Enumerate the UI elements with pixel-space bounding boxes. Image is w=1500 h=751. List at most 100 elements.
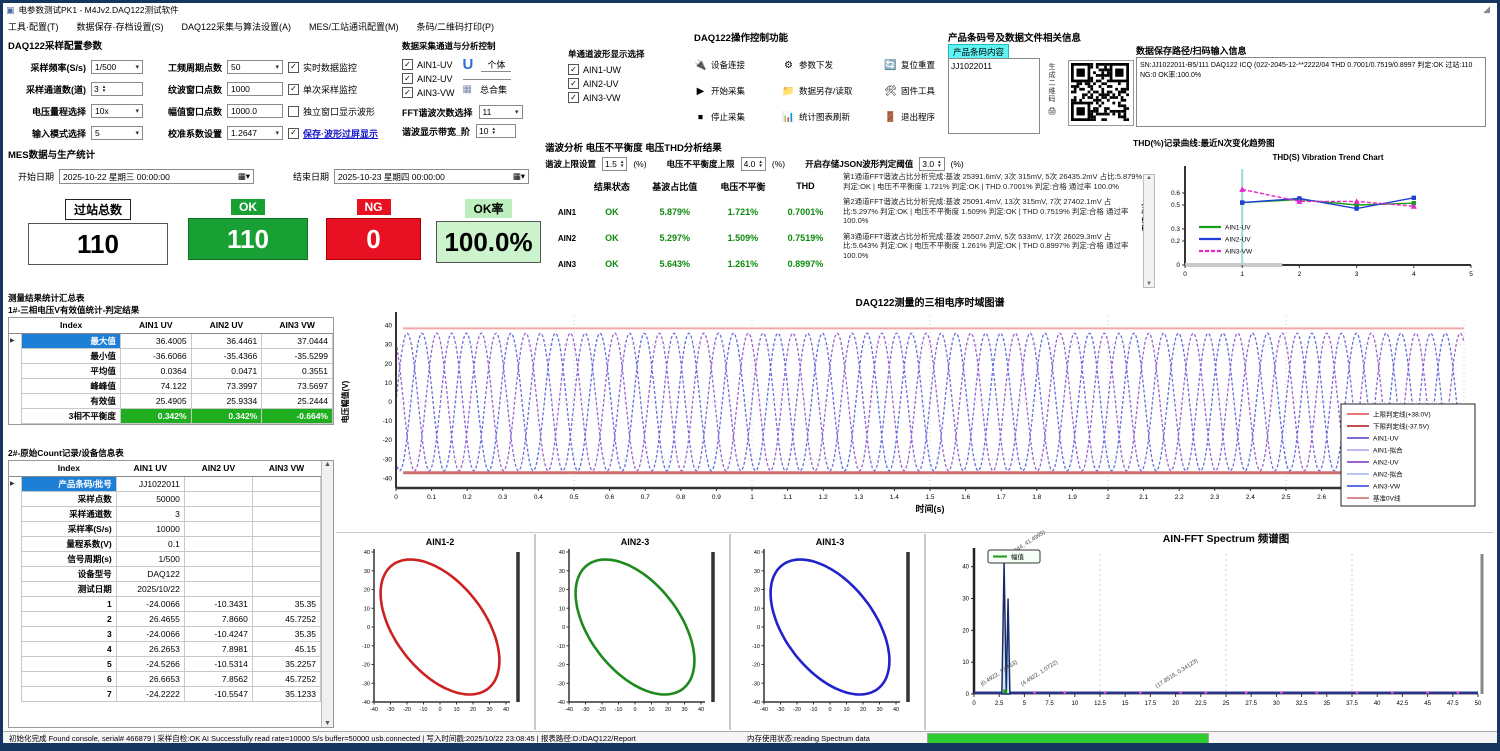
table-row[interactable]: 5-24.5266-10.531435.2257 (9, 656, 321, 671)
acq-mode: U个体 ▦总合集 (463, 56, 512, 98)
table-row[interactable]: 7-24.2222-10.554735.1233 (9, 686, 321, 701)
qr-module (1121, 96, 1124, 99)
cfg-checkbox[interactable]: ✓单次采样监控 (288, 83, 357, 96)
single-channel-0[interactable]: ✓AIN1-UW (568, 64, 690, 75)
table-row[interactable]: 1-24.0066-10.343135.35 (9, 596, 321, 611)
lissajous-chart-ain1-2[interactable]: AIN1-2-40-40-30-30-20-20-10-100010102020… (344, 534, 530, 730)
table-row[interactable]: 有效值25.490525.933425.2444 (9, 393, 333, 408)
cfg-checkbox[interactable]: 独立窗口显示波形 (288, 105, 375, 118)
control-button-4[interactable]: 📁数据另存/读取 (782, 85, 884, 97)
lissajous-svg-2[interactable]: AIN1-3-40-40-30-30-20-20-10-100010102020… (734, 534, 920, 730)
table-row[interactable]: ▶产品条码/批号JJ1022011 (9, 476, 321, 491)
fft-legend: 幅值 (988, 550, 1040, 563)
qr-module (1123, 91, 1126, 94)
table-row[interactable]: 信号周期(s)1/500 (9, 551, 321, 566)
fft-spectrum-chart[interactable]: AIN-FFT Spectrum 频谱图01020304002.557.5101… (930, 528, 1494, 730)
menu-item-2[interactable]: DAQ122采集与算法设置(A) (182, 20, 292, 33)
calendar-icon[interactable]: ▦▾ (238, 171, 250, 182)
lissajous-svg-1[interactable]: AIN2-3-40-40-30-30-20-20-10-100010102020… (539, 534, 725, 730)
cell: 0.3551 (262, 363, 333, 378)
unbalance-limit-spinner[interactable]: 4.0▲▼ (741, 157, 766, 171)
thd-trend-chart[interactable]: THD(S) Vibration Trend Chart00.20.30.50.… (1133, 149, 1491, 289)
table-row[interactable]: 采样通道数3 (9, 506, 321, 521)
single-channel-1[interactable]: ✓AIN2-UV (568, 78, 690, 89)
table-row[interactable]: 226.46557.866045.7252 (9, 611, 321, 626)
store-threshold-spinner[interactable]: 3.0▲▼ (919, 157, 944, 171)
qr-module (1088, 96, 1091, 99)
table-row[interactable]: 最小值-36.6066-35.4366-35.5299 (9, 348, 333, 363)
cfg-control[interactable]: 1/500▾ (91, 60, 143, 74)
x-tick-label: 40 (1374, 701, 1381, 707)
timedomain-chart[interactable]: DAQ122测量的三相电序时域图谱-40-30-20-1001020304000… (336, 292, 1494, 532)
cfg-control2[interactable]: 1000.0 (227, 104, 283, 118)
end-date-field[interactable]: 2025-10-23 星期四 00:00:00 ▦▾ (334, 169, 529, 184)
table-row[interactable]: 测试日期2025/10/22 (9, 581, 321, 596)
mode-total[interactable]: ▦总合集 (463, 79, 512, 96)
table-row[interactable]: 量程系数(V)0.1 (9, 536, 321, 551)
cfg-control[interactable]: 10x▾ (91, 104, 143, 118)
lissajous-chart-ain1-3[interactable]: AIN1-3-40-40-30-30-20-20-10-100010102020… (734, 534, 920, 730)
cfg-control2[interactable]: 1.2647▾ (227, 126, 283, 140)
lissajous-ellipse (381, 560, 500, 695)
table-row[interactable]: ▶最大值36.400536.446137.0444 (9, 333, 333, 348)
control-button-6[interactable]: ⏹停止采集 (694, 111, 782, 123)
table-row[interactable]: 3相不平衡度0.342%0.342%-0.664% (9, 408, 333, 423)
stats1-table[interactable]: IndexAIN1 UVAIN2 UVAIN3 VW▶最大值36.400536.… (9, 318, 333, 424)
y-tick-label: 20 (962, 628, 969, 634)
menu-item-0[interactable]: 工具·配置(T) (8, 20, 59, 33)
scan-input[interactable]: SN:JJ1022011-B5/111 DAQ122 ICQ (022-2045… (1136, 57, 1486, 127)
cfg-checkbox[interactable]: ✓保存·波形过屏显示 (288, 127, 378, 140)
qr-module (1110, 85, 1113, 88)
stats2-table[interactable]: IndexAIN1 UVAIN2 UVAIN3 VW▶产品条码/批号JJ1022… (9, 461, 321, 702)
harmonic-limit-spinner[interactable]: 1.5▲▼ (602, 157, 627, 171)
control-button-7[interactable]: 📊统计图表刷新 (782, 111, 884, 123)
control-button-3[interactable]: ▶开始采集 (694, 85, 782, 97)
mode-individual[interactable]: U个体 (463, 56, 512, 73)
acq-channel-1[interactable]: ✓AIN2-UV (402, 73, 455, 84)
table-row[interactable]: 平均值0.03640.04710.3551 (9, 363, 333, 378)
dn: ▼ (102, 89, 106, 94)
control-button-5[interactable]: 🛠固件工具 (884, 85, 946, 97)
acq-channel-0[interactable]: ✓AIN1-UV (402, 59, 455, 70)
cfg-control[interactable]: 5▾ (91, 126, 143, 140)
single-channel-2[interactable]: ✓AIN3-VW (568, 92, 690, 103)
timedomain-svg[interactable]: DAQ122测量的三相电序时域图谱-40-30-20-1001020304000… (336, 292, 1494, 532)
table-row[interactable]: 3-24.0066-10.424735.35 (9, 626, 321, 641)
thd-order-spinner[interactable]: 10▲▼ (476, 124, 516, 138)
analysis-scrollbar[interactable]: ▲▼ (1143, 174, 1155, 288)
table-row[interactable]: 626.66537.856245.7252 (9, 671, 321, 686)
control-button-2[interactable]: 🔄复位重置 (884, 59, 946, 71)
qr-module (1126, 107, 1129, 110)
lissajous-chart-ain2-3[interactable]: AIN2-3-40-40-30-30-20-20-10-100010102020… (539, 534, 725, 730)
control-button-8[interactable]: 🚪退出程序 (884, 111, 946, 123)
chart-title: THD(S) Vibration Trend Chart (1273, 153, 1384, 162)
y-tick-label: -30 (557, 681, 565, 687)
cell (184, 476, 252, 491)
window-resize-icon[interactable]: ◢ (1483, 4, 1490, 15)
start-date-field[interactable]: 2025-10-22 星期三 00:00:00 ▦▾ (59, 169, 254, 184)
acq-channel-2[interactable]: ✓AIN3-VW (402, 87, 455, 98)
stats2-scrollbar[interactable]: ▲▼ (321, 461, 333, 727)
cfg-checkbox[interactable]: ✓实时数据监控 (288, 61, 357, 74)
control-button-0[interactable]: 🔌设备连接 (694, 59, 782, 71)
menu-item-3[interactable]: MES/工站通讯配置(M) (309, 20, 399, 33)
table-row[interactable]: 采样率(S/s)10000 (9, 521, 321, 536)
barcode-input[interactable]: JJ1022011 (948, 58, 1040, 134)
lissajous-ellipse (576, 560, 695, 695)
table-row[interactable]: 峰峰值74.12273.399773.5697 (9, 378, 333, 393)
table-row[interactable]: 426.26537.898145.15 (9, 641, 321, 656)
cfg-control2[interactable]: 1000 (227, 82, 283, 96)
lissajous-svg-0[interactable]: AIN1-2-40-40-30-30-20-20-10-100010102020… (344, 534, 530, 730)
menu-item-4[interactable]: 条码/二维码打印(P) (417, 20, 495, 33)
stats1-title: 1#-三相电压V有效值统计-判定结果 (8, 304, 334, 316)
calendar-icon-2[interactable]: ▦▾ (513, 171, 525, 182)
menu-item-1[interactable]: 数据保存·存档设置(S) (77, 20, 164, 33)
control-button-1[interactable]: ⚙参数下发 (782, 59, 884, 71)
fft-order-dropdown[interactable]: 11▾ (479, 105, 523, 119)
cfg-control[interactable]: 3▲▼ (91, 82, 143, 96)
fft-svg[interactable]: AIN-FFT Spectrum 频谱图01020304002.557.5101… (930, 528, 1494, 730)
cfg-control2[interactable]: 50▾ (227, 60, 283, 74)
table-row[interactable]: 采样点数50000 (9, 491, 321, 506)
table-row[interactable]: 设备型号DAQ122 (9, 566, 321, 581)
thd-trend-svg[interactable]: THD(S) Vibration Trend Chart00.20.30.50.… (1133, 149, 1491, 289)
